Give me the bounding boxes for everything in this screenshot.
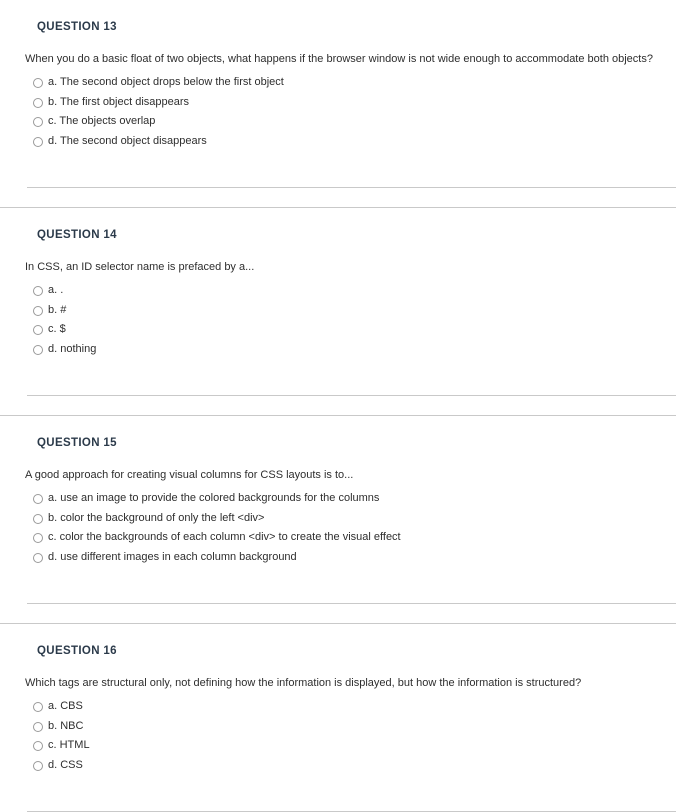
quiz-container: QUESTION 13 When you do a basic float of… bbox=[0, 0, 676, 812]
option-label: d. use different images in each column b… bbox=[48, 550, 297, 563]
options-list: a. CBS b. NBC c. HTML d. CSS bbox=[0, 690, 676, 775]
radio-button-icon[interactable] bbox=[33, 741, 43, 751]
radio-button-icon[interactable] bbox=[33, 305, 43, 316]
option-row[interactable]: d. nothing bbox=[0, 340, 676, 360]
option-label: b. The first object disappears bbox=[48, 95, 190, 108]
option-row[interactable]: b. color the background of only the left… bbox=[0, 509, 676, 529]
question-text: Which tags are structural only, not defi… bbox=[25, 677, 582, 689]
option-row[interactable]: d. use different images in each column b… bbox=[0, 548, 676, 568]
question-text: When you do a basic float of two objects… bbox=[25, 53, 653, 65]
option-label: c. The objects overlap bbox=[48, 115, 156, 127]
options-list: a. The second object drops below the fir… bbox=[0, 66, 676, 151]
option-row[interactable]: a. The second object drops below the fir… bbox=[0, 73, 676, 93]
radio-button-icon[interactable] bbox=[33, 552, 43, 563]
radio-button-icon[interactable] bbox=[33, 533, 43, 543]
radio-button-icon[interactable] bbox=[33, 136, 43, 147]
radio-button-icon[interactable] bbox=[33, 721, 43, 732]
option-label: b. # bbox=[48, 303, 67, 316]
option-row[interactable]: a. use an image to provide the colored b… bbox=[0, 489, 676, 509]
radio-button-icon[interactable] bbox=[33, 344, 43, 355]
option-label: d. nothing bbox=[48, 342, 97, 355]
option-row[interactable]: b. # bbox=[0, 301, 676, 321]
question-block-15: QUESTION 15 A good approach for creating… bbox=[0, 416, 676, 624]
option-row[interactable]: b. The first object disappears bbox=[0, 93, 676, 113]
option-row[interactable]: c. $ bbox=[0, 320, 676, 340]
question-heading: QUESTION 15 bbox=[37, 437, 117, 449]
radio-button-icon[interactable] bbox=[33, 494, 43, 504]
question-text: A good approach for creating visual colu… bbox=[25, 469, 354, 481]
option-label: a. The second object drops below the fir… bbox=[48, 76, 284, 88]
question-heading: QUESTION 14 bbox=[37, 229, 117, 241]
option-label: b. color the background of only the left… bbox=[48, 511, 265, 524]
radio-button-icon[interactable] bbox=[33, 702, 43, 712]
option-label: c. HTML bbox=[48, 739, 90, 751]
option-row[interactable]: b. NBC bbox=[0, 717, 676, 737]
option-label: a. CBS bbox=[48, 700, 83, 712]
option-label: a. . bbox=[48, 284, 64, 296]
option-label: c. $ bbox=[48, 323, 66, 335]
option-row[interactable]: c. HTML bbox=[0, 736, 676, 756]
radio-button-icon[interactable] bbox=[33, 325, 43, 335]
options-list: a. . b. # c. $ d. nothing bbox=[0, 274, 676, 359]
option-label: b. NBC bbox=[48, 719, 84, 732]
option-label: a. use an image to provide the colored b… bbox=[48, 492, 380, 504]
option-row[interactable]: d. The second object disappears bbox=[0, 132, 676, 152]
option-row[interactable]: d. CSS bbox=[0, 756, 676, 776]
radio-button-icon[interactable] bbox=[33, 117, 43, 127]
option-label: d. CSS bbox=[48, 758, 83, 771]
question-block-13: QUESTION 13 When you do a basic float of… bbox=[0, 0, 676, 208]
radio-button-icon[interactable] bbox=[33, 78, 43, 88]
option-row[interactable]: a. CBS bbox=[0, 697, 676, 717]
option-label: d. The second object disappears bbox=[48, 134, 207, 147]
question-block-14: QUESTION 14 In CSS, an ID selector name … bbox=[0, 208, 676, 416]
radio-button-icon[interactable] bbox=[33, 286, 43, 296]
options-list: a. use an image to provide the colored b… bbox=[0, 482, 676, 567]
question-heading: QUESTION 16 bbox=[37, 645, 117, 657]
question-block-16: QUESTION 16 Which tags are structural on… bbox=[0, 624, 676, 812]
option-row[interactable]: c. The objects overlap bbox=[0, 112, 676, 132]
radio-button-icon[interactable] bbox=[33, 513, 43, 524]
question-heading: QUESTION 13 bbox=[37, 21, 117, 33]
radio-button-icon[interactable] bbox=[33, 97, 43, 108]
question-text: In CSS, an ID selector name is prefaced … bbox=[25, 261, 255, 273]
radio-button-icon[interactable] bbox=[33, 760, 43, 771]
option-row[interactable]: a. . bbox=[0, 281, 676, 301]
option-row[interactable]: c. color the backgrounds of each column … bbox=[0, 528, 676, 548]
option-label: c. color the backgrounds of each column … bbox=[48, 531, 401, 543]
